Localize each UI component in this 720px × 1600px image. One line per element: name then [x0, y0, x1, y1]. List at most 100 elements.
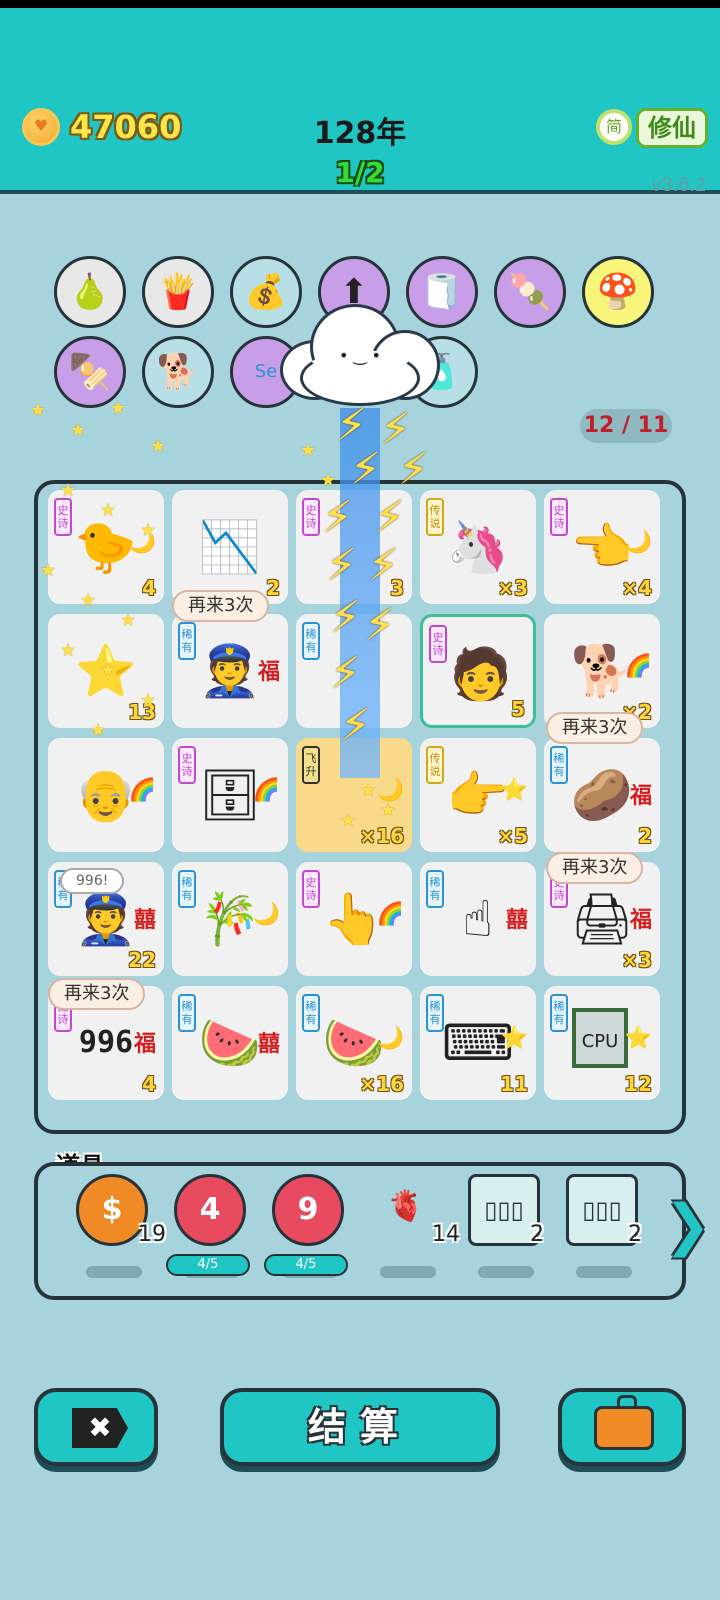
prop-icon: 9 — [272, 1174, 344, 1246]
chart-cell[interactable]: 📉 2 — [172, 490, 288, 604]
bonus-icon: 🌈 — [128, 778, 156, 803]
star-particle-icon: ★ — [80, 590, 97, 611]
prop-quantity: 2 — [628, 1222, 642, 1247]
potato-cell[interactable]: 稀有 🥔 福 2 — [544, 738, 660, 852]
lightning-bolt-icon: ⚡ — [364, 600, 395, 651]
prop-shadow — [478, 1266, 534, 1278]
item-count: ×16 — [359, 1072, 404, 1096]
item-icon: 🦄 — [446, 518, 510, 576]
husky-cell[interactable]: 🐕 🌈 ×2 — [544, 614, 660, 728]
star-particle-icon: ★ — [380, 800, 397, 821]
prop-quantity: 2 — [530, 1222, 544, 1247]
target-4-prop[interactable]: 4 4/5 — [166, 1170, 264, 1290]
cultivation-mode-button[interactable]: 修仙 — [636, 108, 708, 148]
lightning-pear-icon[interactable]: 🍐 — [54, 256, 126, 328]
snack-icon[interactable]: 🍡 — [494, 256, 566, 328]
circle-glyph: 🍄 — [596, 272, 640, 312]
circle-glyph: 🍐 — [68, 272, 112, 312]
item-icon: ☝ — [462, 890, 494, 948]
circle-glyph: 🍟 — [156, 272, 200, 312]
bonus-icon: 福 — [629, 908, 652, 933]
boy-cell[interactable]: 史诗 🧑 5 — [420, 614, 536, 728]
item-icon: 🥔 — [570, 766, 634, 824]
again-bubble: 再来3次 — [546, 852, 644, 884]
star-particle-icon: ★ — [360, 780, 377, 801]
next-arrow-icon[interactable]: ❯ — [664, 1196, 711, 1260]
star-particle-icon: ★ — [120, 610, 137, 631]
top-header: ♥ 47060 128年 1/2 简 修仙 v3.6.2 — [0, 8, 720, 196]
item-count: ×5 — [497, 824, 528, 848]
item-count: ×3 — [621, 948, 652, 972]
simplified-toggle[interactable]: 简 — [596, 109, 632, 145]
star-particle-icon: ★ — [320, 470, 337, 491]
star-particle-icon: ★ — [150, 436, 167, 457]
bamboo-cell[interactable]: 稀有 🎋 🌙 — [172, 862, 288, 976]
star-particle-icon: ★ — [90, 720, 107, 741]
nuke-mushroom-icon[interactable]: 🍄 — [582, 256, 654, 328]
exit-button[interactable]: ✖ — [34, 1388, 158, 1466]
item-icon: CPU — [572, 1008, 628, 1068]
circle-glyph: 🐕 — [156, 352, 200, 392]
bonus-icon: 🌙 — [252, 902, 280, 927]
star-particle-icon: ★ — [100, 660, 117, 681]
keyboard-cell[interactable]: 稀有 ⌨ ⭐ 11 — [420, 986, 536, 1100]
star-particle-icon: ★ — [60, 480, 77, 501]
item-icon: 🍉 — [198, 1014, 262, 1072]
item-count: 22 — [128, 948, 156, 972]
liver-prop[interactable]: 🫀 14 — [370, 1170, 460, 1290]
bonus-icon: ⭐ — [500, 1026, 528, 1051]
lightning-bolt-icon: ⚡ — [374, 492, 405, 543]
prop-icon: 4 — [174, 1174, 246, 1246]
bonus-icon: 福 — [257, 660, 280, 685]
lightning-bolt-icon: ⚡ — [330, 592, 361, 643]
bonus-icon: 囍 — [257, 1032, 280, 1057]
grandpa-cell[interactable]: 👴 🌈 — [48, 738, 164, 852]
prop-shadow — [86, 1266, 142, 1278]
star-particle-icon: ★ — [300, 440, 317, 461]
settle-button[interactable]: 结算 — [220, 1388, 500, 1466]
husky-icon[interactable]: 🐕 — [142, 336, 214, 408]
props-panel: $19 4 4/5 9 4/5 🫀 14 ▯▯▯ 2 ▯▯▯ 2 — [34, 1162, 686, 1300]
unicorn-cell[interactable]: 传说 🦄 ×3 — [420, 490, 536, 604]
item-icon: 📉 — [198, 518, 262, 576]
cpu-cell[interactable]: 稀有 CPU ⭐ 12 — [544, 986, 660, 1100]
watermelon-cell-2[interactable]: 稀有 🍉 🌙 ×16 — [296, 986, 412, 1100]
rare-cards-prop[interactable]: ▯▯▯ 2 — [468, 1170, 558, 1290]
lightning-bolt-icon: ⚡ — [322, 492, 353, 543]
item-count-badge: 12 / 11 — [580, 409, 672, 443]
cloud-mascot: • ‿ • — [270, 300, 446, 410]
star-particle-icon: ★ — [110, 398, 127, 419]
brown-hand-cell[interactable]: 稀有 ☝ 囍 — [420, 862, 536, 976]
french-fries-icon[interactable]: 🍟 — [142, 256, 214, 328]
backpack-button[interactable] — [558, 1388, 686, 1466]
target-9-prop[interactable]: 9 4/5 — [264, 1170, 362, 1290]
item-count: 2 — [638, 824, 652, 848]
bonus-icon: 🌈 — [252, 778, 280, 803]
hand-cell[interactable]: 史诗 👈 🌙 ×4 — [544, 490, 660, 604]
prop-shadow — [576, 1266, 632, 1278]
prop-shadow — [380, 1266, 436, 1278]
epic-cards-prop[interactable]: ▯▯▯ 2 — [566, 1170, 656, 1290]
star-particle-icon: ★ — [100, 500, 117, 521]
item-count: ×3 — [497, 576, 528, 600]
prop-quantity: 19 — [138, 1222, 166, 1247]
round-label: 1/2 — [335, 156, 385, 189]
again-bubble: 再来3次 — [48, 978, 146, 1010]
watermelon-cell[interactable]: 稀有 🍉 囍 — [172, 986, 288, 1100]
star-particle-icon: ★ — [40, 560, 57, 581]
bonus-icon: 🌈 — [624, 654, 652, 679]
police-cell[interactable]: 稀有 👮 福 — [172, 614, 288, 728]
star-particle-icon: ★ — [140, 520, 157, 541]
item-icon: 🖨 — [570, 890, 634, 948]
coin-prop[interactable]: $19 — [76, 1170, 166, 1290]
lightning-bolt-icon: ⚡ — [350, 444, 381, 495]
item-count: 4 — [142, 576, 156, 600]
golden-hand-cell[interactable]: 传说 👉 ⭐ ×5 — [420, 738, 536, 852]
server-cell[interactable]: 史诗 🗄 🌈 — [172, 738, 288, 852]
point-hand-cell[interactable]: 史诗 👆 🌈 — [296, 862, 412, 976]
item-count: 5 — [511, 697, 525, 721]
star-particle-icon: ★ — [70, 420, 87, 441]
bonus-icon: 福 — [629, 784, 652, 809]
item-count: ×16 — [359, 824, 404, 848]
circle-glyph: 🍢 — [68, 352, 112, 392]
